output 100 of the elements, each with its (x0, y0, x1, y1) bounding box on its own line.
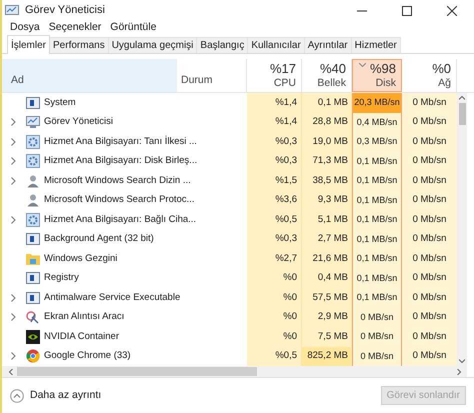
expand-chevron-icon[interactable] (10, 294, 16, 302)
column-header[interactable]: %17 CPU (247, 59, 302, 92)
person-icon (26, 193, 40, 208)
disk-cell: 0 MB/sn (352, 308, 402, 327)
column-header[interactable]: %98 Disk (352, 59, 402, 92)
disk-cell: 0,1 MB/sn (352, 230, 402, 249)
disk-cell: 0,4 MB/sn (352, 112, 402, 132)
cpu-cell: %0 (247, 327, 302, 346)
network-cell: 0 Mb/sn (402, 171, 457, 190)
cpu-cell: %0 (247, 268, 302, 288)
cpu-cell: %0,5 (247, 210, 302, 230)
scroll-thumb[interactable] (17, 367, 257, 376)
column-label: Ağ (438, 77, 451, 90)
network-cell: 0 Mb/sn (402, 152, 457, 171)
process-name: Ekran Alıntısı Aracı (44, 310, 124, 324)
disk-cell: 0,3 MB/sn (352, 132, 402, 152)
expand-chevron-icon[interactable] (10, 216, 16, 224)
memory-cell: 2,9 MB (302, 308, 352, 327)
window-icon (26, 272, 40, 284)
network-cell: 0 Mb/sn (402, 346, 457, 366)
menu-item[interactable]: Dosya (10, 20, 40, 36)
gear-icon (26, 134, 40, 149)
collapse-circle-icon (10, 388, 24, 402)
tab[interactable]: Uygulama geçmişi (108, 37, 198, 53)
column-total: %40 (320, 61, 346, 77)
disk-cell: 0,1 MB/sn (352, 171, 402, 190)
memory-cell: 5,1 MB (302, 210, 352, 230)
column-label: Bellek (317, 77, 346, 90)
network-cell: 0 Mb/sn (402, 93, 457, 112)
column-total: %0 (432, 61, 451, 77)
scroll-down-icon (459, 359, 465, 363)
memory-cell: 38,5 MB (302, 171, 352, 190)
process-name: Görev Yöneticisi (44, 115, 113, 130)
folder-icon (26, 252, 40, 265)
disk-cell: 0 MB/sn (352, 346, 402, 366)
menu-item[interactable]: Seçenekler (48, 20, 102, 36)
network-cell: 0 Mb/sn (402, 210, 457, 230)
tab[interactable]: Başlangıç (197, 37, 248, 53)
tab[interactable]: İşlemler (7, 35, 50, 54)
expand-chevron-icon[interactable] (10, 176, 16, 185)
sort-caret-icon (359, 63, 366, 67)
person-icon (26, 174, 40, 188)
network-cell: 0 Mb/sn (402, 268, 457, 288)
name-column-header[interactable]: Ad (2, 59, 177, 92)
expand-chevron-icon[interactable] (10, 352, 16, 360)
cpu-cell: %1,4 (247, 93, 302, 112)
memory-cell: 7,5 MB (302, 327, 352, 346)
vertical-scrollbar[interactable] (457, 93, 467, 366)
scroll-right-icon (457, 368, 461, 374)
memory-cell: 71,3 MB (302, 152, 352, 171)
process-name: Windows Gezgini (44, 252, 118, 266)
scroll-left-icon (9, 368, 13, 374)
disk-cell: 0,1 MB/sn (352, 210, 402, 230)
disk-cell: 0,1 MB/sn (352, 190, 402, 210)
expand-chevron-icon[interactable] (10, 313, 16, 322)
window-title: Görev Yöneticisi (25, 3, 105, 18)
network-cell: 0 Mb/sn (402, 288, 457, 308)
column-label: Disk (376, 77, 396, 90)
memory-cell: 2,7 MB (302, 230, 352, 249)
close-icon (446, 6, 456, 16)
process-name: Background Agent (32 bit) (44, 232, 154, 246)
browser-icon (26, 349, 40, 364)
memory-cell: 57,5 MB (302, 288, 352, 308)
cpu-cell: %0 (247, 308, 302, 327)
disk-cell: 0,1 MB/sn (352, 152, 402, 171)
process-name: Registry (44, 271, 79, 286)
process-name: Hizmet Ana Bilgisayarı: Tanı İlkesi ... (44, 134, 197, 149)
cpu-cell: %1,5 (247, 171, 302, 190)
process-name: Google Chrome (33) (44, 349, 131, 364)
tab[interactable]: Kullanıcılar (248, 37, 305, 53)
tab[interactable]: Ayrıntılar (304, 37, 352, 53)
horizontal-scrollbar[interactable] (2, 366, 467, 377)
eye-logo-icon (26, 330, 40, 344)
cpu-cell: %3,6 (247, 190, 302, 210)
column-label: CPU (274, 77, 296, 90)
maximize-icon (402, 6, 412, 16)
tab[interactable]: Performans (50, 37, 109, 53)
tab[interactable]: Hizmetler (352, 37, 401, 53)
network-cell: 0 Mb/sn (402, 132, 457, 152)
cpu-cell: %0,3 (247, 152, 302, 171)
cpu-cell: %0,5 (247, 346, 302, 366)
scroll-thumb[interactable] (458, 103, 466, 125)
disk-cell: 0,1 MB/sn (352, 268, 402, 288)
expand-chevron-icon[interactable] (10, 118, 16, 126)
process-name: Microsoft Windows Search Protoc... (44, 193, 194, 208)
expand-chevron-icon[interactable] (10, 157, 16, 166)
disk-cell: 0,1 MB/sn (352, 249, 402, 268)
scissors-icon (26, 310, 40, 324)
fewer-details-toggle[interactable]: Daha az ayrıntı (10, 388, 102, 404)
disk-cell: 20,3 MB/sn (352, 93, 402, 112)
app-icon (5, 4, 19, 16)
cpu-cell: %1,4 (247, 112, 302, 132)
expand-chevron-icon[interactable] (10, 138, 16, 146)
cpu-cell: %0,3 (247, 132, 302, 152)
memory-cell: 825,2 MB (302, 346, 352, 366)
column-header[interactable]: %0 Ağ (402, 59, 457, 92)
status-column-header[interactable]: Durum (177, 59, 247, 92)
process-name: Hizmet Ana Bilgisayarı: Disk Birleş... (44, 154, 198, 168)
menu-item[interactable]: Görüntüle (110, 20, 156, 36)
memory-cell: 9,3 MB (302, 190, 352, 210)
